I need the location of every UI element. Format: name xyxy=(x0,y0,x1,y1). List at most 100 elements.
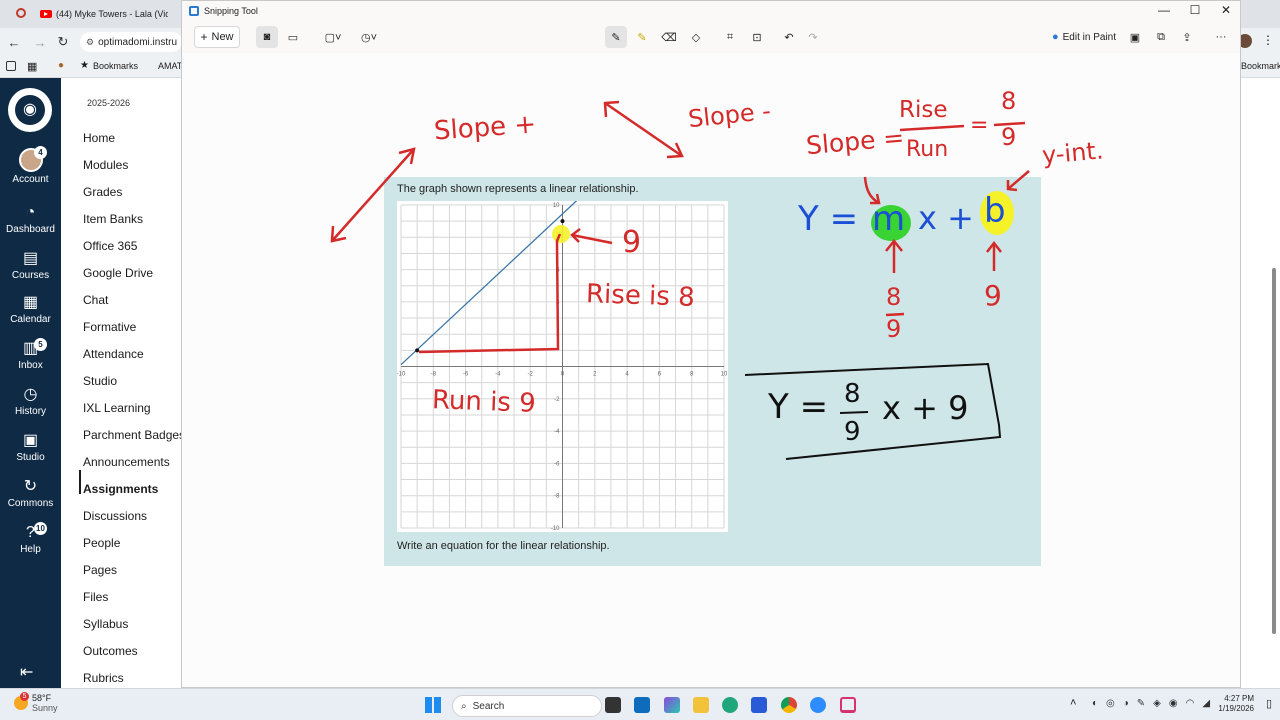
gnav-history-label: History xyxy=(14,406,47,417)
commons-icon: ↻ xyxy=(23,478,38,495)
gnav-help[interactable]: ? 10 Help xyxy=(0,522,61,555)
close-icon[interactable]: ✕ xyxy=(1211,3,1241,21)
course-nav-item-rubrics[interactable]: Rubrics xyxy=(83,671,124,685)
save-icon[interactable]: ▣ xyxy=(1124,26,1146,48)
screenshot-mode-icon[interactable]: ◙ xyxy=(256,26,278,48)
tray-icons[interactable]: ◐◎◑✎◈◉◠◢ xyxy=(1092,698,1218,709)
school-logo[interactable]: ◉ xyxy=(8,88,52,132)
file-explorer-icon[interactable] xyxy=(693,697,709,713)
forward-arrow-icon[interactable]: → xyxy=(32,34,48,50)
m-value-denominator: 9 xyxy=(886,315,902,343)
edit-in-paint-button[interactable]: ● Edit in Paint xyxy=(1048,26,1120,48)
formula-x-plus-text: x + xyxy=(918,199,974,237)
taskbar-search[interactable]: ⌕ Search xyxy=(452,695,602,717)
collapse-nav-icon[interactable]: ⇤ xyxy=(20,662,33,682)
gnav-studio[interactable]: ▣ Studio xyxy=(0,432,61,463)
highlighter-icon[interactable]: ✎ xyxy=(631,26,653,48)
gnav-history[interactable]: ◷ History xyxy=(0,386,61,417)
course-nav-item-formative[interactable]: Formative xyxy=(83,320,136,334)
share-icon[interactable]: ⇪ xyxy=(1176,26,1198,48)
address-bar[interactable]: ⚙ optimadomi.instru xyxy=(80,32,182,52)
new-snip-button[interactable]: + New xyxy=(194,26,240,48)
record-icon[interactable] xyxy=(16,8,26,18)
course-nav-item-people[interactable]: People xyxy=(83,536,120,550)
task-view-icon[interactable] xyxy=(605,697,621,713)
reload-icon[interactable]: ↻ xyxy=(55,34,71,50)
copilot-icon[interactable] xyxy=(664,697,680,713)
gnav-commons-label: Commons xyxy=(7,498,54,509)
course-nav-item-modules[interactable]: Modules xyxy=(83,158,128,172)
course-nav-item-parchment-badges[interactable]: Parchment Badges xyxy=(83,428,185,442)
chrome-icon[interactable] xyxy=(781,697,797,713)
bookmark-amat-link[interactable]: AMAT xyxy=(158,61,182,71)
back-arrow-icon[interactable]: ← xyxy=(6,34,22,50)
zoom-icon[interactable] xyxy=(810,697,826,713)
course-nav-item-item-banks[interactable]: Item Banks xyxy=(83,212,143,226)
bookmarks-right-link[interactable]: Bookmarks xyxy=(1241,61,1280,71)
outlook-icon[interactable] xyxy=(634,697,650,713)
gnav-dashboard[interactable]: ◔ Dashboard xyxy=(0,204,61,235)
video-mode-icon[interactable]: ▭ xyxy=(282,26,304,48)
weather-widget[interactable]: 5 58°F Sunny xyxy=(14,692,58,713)
store-icon[interactable] xyxy=(751,697,767,713)
page-scrollbar[interactable] xyxy=(1272,268,1276,634)
gnav-account[interactable]: 4 Account xyxy=(0,146,61,185)
apps-grid-icon[interactable]: ▦ xyxy=(27,60,37,73)
gnav-inbox[interactable]: ▥ 5 Inbox xyxy=(0,338,61,371)
point-nine-label: 9 xyxy=(622,225,642,260)
windows-start-icon[interactable] xyxy=(425,697,441,713)
account-badge: 4 xyxy=(34,146,47,159)
more-options-button[interactable]: ··· xyxy=(1210,26,1232,48)
course-nav-item-files[interactable]: Files xyxy=(83,590,108,604)
bookmarks-star-icon[interactable]: ★ xyxy=(80,60,89,71)
text-actions-icon[interactable]: ⊡ xyxy=(746,26,768,48)
browser-tab[interactable]: (44) Myke Towers - Lala (Video xyxy=(40,4,170,24)
gnav-studio-label: Studio xyxy=(16,452,45,463)
notification-bell-icon[interactable]: ▯ xyxy=(1266,697,1272,710)
rise-run-path xyxy=(418,233,562,354)
course-nav-item-assignments[interactable]: Assignments xyxy=(83,482,158,496)
bookmarks-link[interactable]: Bookmarks xyxy=(93,61,138,71)
snip-shape-dropdown[interactable]: ▢˅ xyxy=(320,26,346,48)
show-hidden-icons[interactable]: ˄ xyxy=(1070,697,1076,709)
gnav-calendar[interactable]: ▦ Calendar xyxy=(0,294,61,325)
course-nav-item-grades[interactable]: Grades xyxy=(83,185,122,199)
undo-icon[interactable]: ↶ xyxy=(778,26,800,48)
snip-canvas[interactable]: The graph shown represents a linear rela… xyxy=(182,53,1240,687)
gnav-courses[interactable]: ▤ Courses xyxy=(0,250,61,281)
pen-tool-icon[interactable]: ✎ xyxy=(605,26,627,48)
redo-icon[interactable]: ↷ xyxy=(802,26,824,48)
browser-menu-icon[interactable]: ⋮ xyxy=(1262,33,1274,47)
eraser-icon[interactable]: ⌫ xyxy=(658,26,680,48)
site-info-icon[interactable]: ⚙ xyxy=(86,37,94,48)
edge-icon[interactable] xyxy=(722,697,738,713)
delay-timer-dropdown[interactable]: ◷˅ xyxy=(356,26,382,48)
bookmark-favicon-icon: ● xyxy=(58,60,65,71)
snipping-tool-task-icon[interactable] xyxy=(840,697,856,713)
course-nav-item-ixl-learning[interactable]: IXL Learning xyxy=(83,401,151,415)
maximize-icon[interactable]: ☐ xyxy=(1180,3,1210,21)
course-nav-item-attendance[interactable]: Attendance xyxy=(83,347,144,361)
taskbar-clock[interactable]: 4:27 PM 1/19/2026 xyxy=(1212,694,1254,714)
course-nav-item-pages[interactable]: Pages xyxy=(83,563,117,577)
gnav-commons[interactable]: ↻ Commons xyxy=(0,478,61,509)
course-nav-item-office-365[interactable]: Office 365 xyxy=(83,239,137,253)
course-nav-item-chat[interactable]: Chat xyxy=(83,293,108,307)
shapes-icon[interactable]: ◇ xyxy=(685,26,707,48)
course-nav-item-google-drive[interactable]: Google Drive xyxy=(83,266,153,280)
course-nav-item-announcements[interactable]: Announcements xyxy=(83,455,170,469)
course-nav-item-home[interactable]: Home xyxy=(83,131,115,145)
youtube-icon xyxy=(40,10,52,18)
course-nav-item-studio[interactable]: Studio xyxy=(83,374,117,388)
course-nav-item-outcomes[interactable]: Outcomes xyxy=(83,644,138,658)
copy-icon[interactable]: ⧉ xyxy=(1150,26,1172,48)
course-nav-item-discussions[interactable]: Discussions xyxy=(83,509,147,523)
snip-titlebar: Snipping Tool — ☐ ✕ xyxy=(182,1,1240,23)
search-placeholder: Search xyxy=(472,700,505,712)
course-nav-item-syllabus[interactable]: Syllabus xyxy=(83,617,128,631)
tab-group-icon[interactable] xyxy=(6,61,16,71)
minimize-icon[interactable]: — xyxy=(1149,3,1179,21)
course-nav: 2025-2026 Home Modules Grades Item Banks Off… xyxy=(61,78,185,688)
sun-icon: 5 xyxy=(14,692,29,710)
crop-icon[interactable]: ⌗ xyxy=(719,26,741,48)
